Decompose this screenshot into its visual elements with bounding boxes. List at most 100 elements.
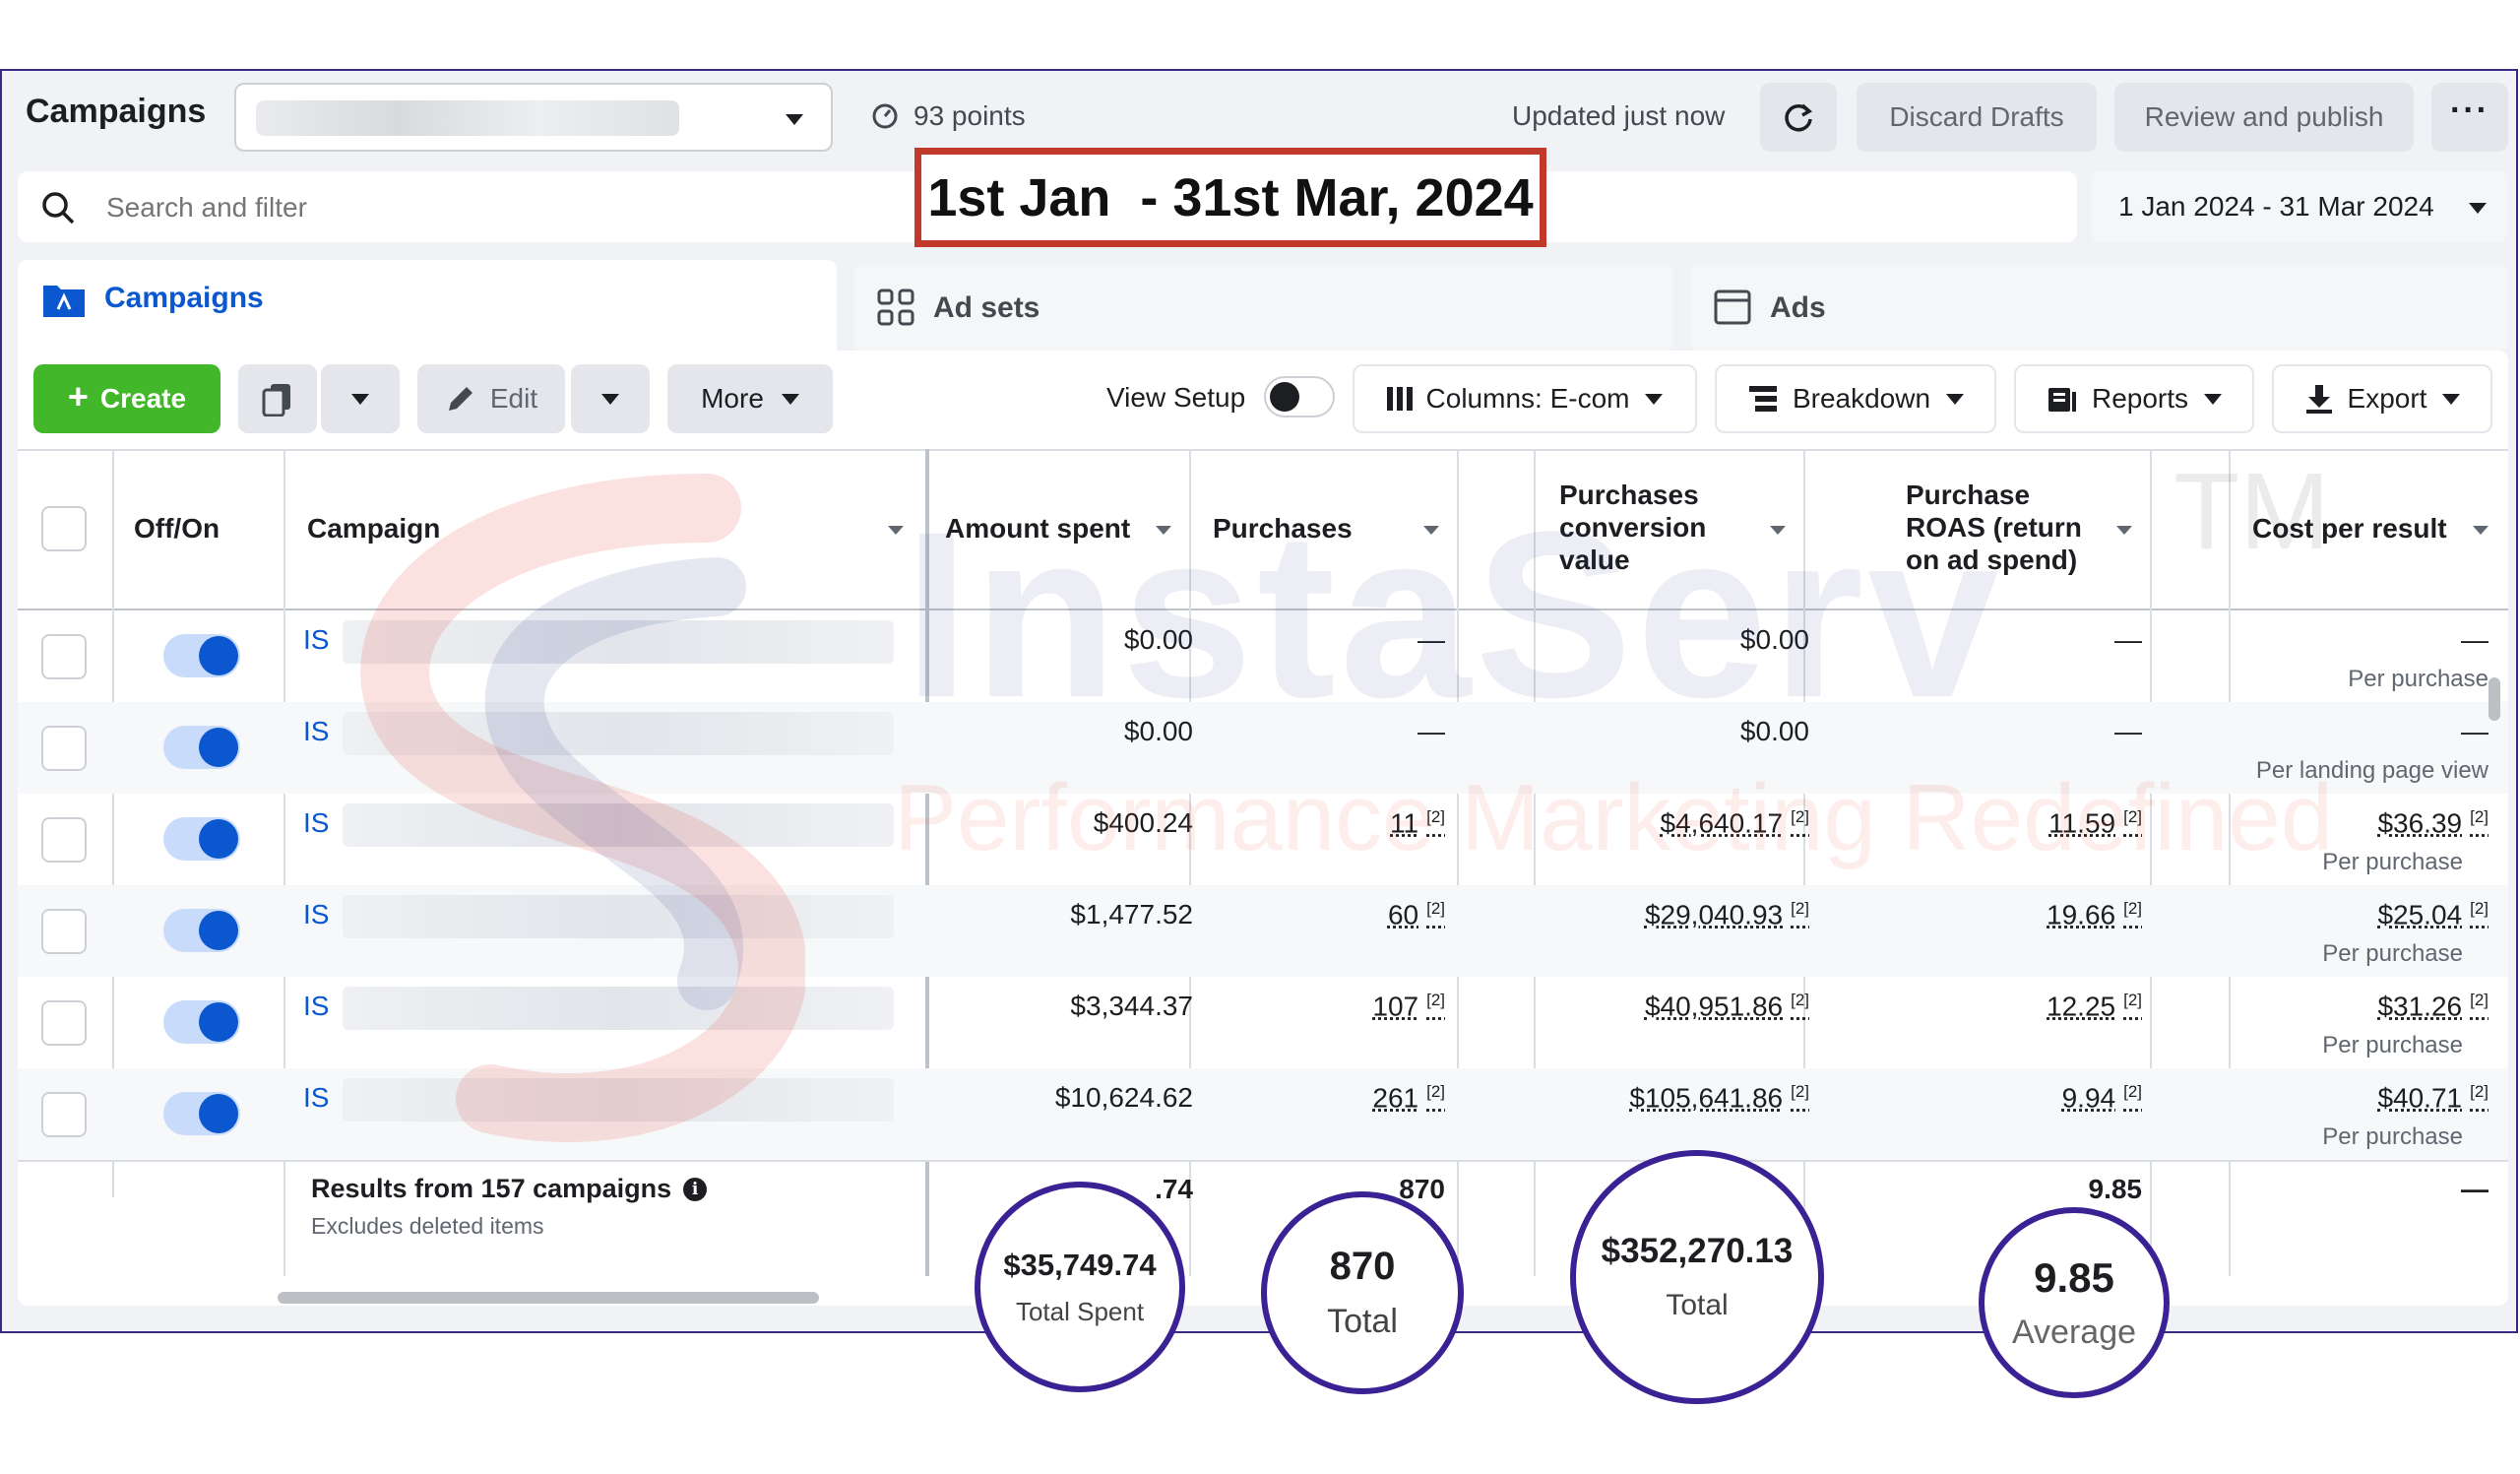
date-range-picker[interactable]: 1 Jan 2024 - 31 Mar 2024: [2091, 171, 2508, 242]
sort-caret-icon[interactable]: [888, 526, 904, 535]
tab-ad-sets[interactable]: Ad sets: [854, 264, 1673, 352]
create-button[interactable]: + Create: [33, 364, 220, 433]
purchases-cell[interactable]: 60 [2]: [1388, 899, 1445, 930]
more-options-button[interactable]: ···: [2431, 83, 2508, 152]
refresh-button[interactable]: [1760, 83, 1837, 152]
purchases-value: 11: [1390, 807, 1419, 839]
campaign-name[interactable]: IS: [303, 991, 329, 1022]
horizontal-scrollbar[interactable]: [278, 1292, 819, 1304]
campaign-toggle[interactable]: [163, 634, 240, 677]
conversion-value: $105,641.86: [1629, 1082, 1784, 1114]
row-checkbox[interactable]: [41, 817, 87, 863]
callout-value: $35,749.74: [1003, 1247, 1157, 1282]
conversion-value-cell[interactable]: $40,951.86 [2]: [1645, 991, 1809, 1022]
conversion-value-cell[interactable]: $29,040.93 [2]: [1645, 899, 1809, 930]
grid-icon: [877, 288, 914, 326]
table-row[interactable]: IS $0.00 — $0.00 — — Per landing page vi…: [18, 702, 2508, 794]
row-checkbox[interactable]: [41, 909, 87, 954]
row-checkbox[interactable]: [41, 1000, 87, 1046]
campaign-name[interactable]: IS: [303, 899, 329, 930]
col-header-purchases[interactable]: Purchases: [1213, 512, 1353, 545]
view-setup-toggle[interactable]: [1264, 376, 1335, 417]
col-header-cost-per-result[interactable]: Cost per result: [2252, 512, 2447, 545]
roas-cell[interactable]: 11.59 [2]: [2048, 807, 2142, 839]
cost-per-result-cell: —: [2461, 624, 2488, 655]
table-row[interactable]: IS $400.24 11 [2] $4,640.17 [2] 11.59 [2] $…: [18, 794, 2508, 885]
sort-caret-icon[interactable]: [1423, 526, 1439, 535]
purchases-cell[interactable]: 107 [2]: [1372, 991, 1445, 1022]
campaign-name[interactable]: IS: [303, 1082, 329, 1114]
purchases-cell[interactable]: 11 [2]: [1390, 807, 1445, 839]
cost-per-result-cell[interactable]: $25.04 [2]: [2377, 899, 2488, 930]
reports-button[interactable]: Reports: [2014, 364, 2254, 433]
campaign-toggle[interactable]: [163, 1092, 240, 1135]
table-row[interactable]: IS $10,624.62 261 [2] $105,641.86 [2] 9.94…: [18, 1068, 2508, 1160]
campaign-name[interactable]: IS: [303, 807, 329, 839]
sort-caret-icon[interactable]: [2116, 526, 2132, 535]
sort-caret-icon[interactable]: [2473, 526, 2488, 535]
footnote-marker: [2]: [1791, 1082, 1809, 1101]
campaign-toggle[interactable]: [163, 726, 240, 769]
sort-caret-icon[interactable]: [1770, 526, 1786, 535]
roas-cell[interactable]: 12.25 [2]: [2047, 991, 2142, 1022]
duplicate-button[interactable]: [238, 364, 317, 433]
purchases-cell[interactable]: 261 [2]: [1372, 1082, 1445, 1114]
info-icon[interactable]: i: [683, 1177, 708, 1201]
col-header-conversion-value[interactable]: Purchases conversion value: [1559, 479, 1756, 576]
vertical-scrollbar[interactable]: [2488, 677, 2500, 721]
tab-label: Ads: [1770, 291, 1826, 324]
cost-per-result-cell[interactable]: $40.71 [2]: [2377, 1082, 2488, 1114]
toggle-knob: [1270, 382, 1299, 412]
edit-dropdown-button[interactable]: [571, 364, 650, 433]
review-publish-button[interactable]: Review and publish: [2114, 83, 2414, 152]
campaign-toggle[interactable]: [163, 817, 240, 861]
conversion-value: $40,951.86: [1644, 991, 1784, 1022]
points-indicator: 93 points: [870, 100, 1026, 132]
col-header-roas[interactable]: Purchase ROAS (return on ad spend): [1906, 479, 2103, 576]
sort-caret-icon[interactable]: [1156, 526, 1171, 535]
search-input[interactable]: [104, 185, 896, 230]
footnote-marker: [2]: [1426, 807, 1445, 826]
breakdown-button[interactable]: Breakdown: [1715, 364, 1996, 433]
cost-per-result-cell[interactable]: $36.39 [2]: [2377, 807, 2488, 839]
conversion-value-cell[interactable]: $105,641.86 [2]: [1629, 1082, 1809, 1114]
conversion-value-cell: $0.00: [1739, 716, 1809, 746]
roas-cell[interactable]: 9.94 [2]: [2062, 1082, 2142, 1114]
table-row[interactable]: IS $0.00 — $0.00 — — Per purchase: [18, 610, 2508, 702]
more-button[interactable]: More: [667, 364, 833, 433]
table-row[interactable]: IS $3,344.37 107 [2] $40,951.86 [2] 12.25 […: [18, 977, 2508, 1068]
campaign-name[interactable]: IS: [303, 624, 329, 656]
columns-button[interactable]: Columns: E-com: [1353, 364, 1697, 433]
cost-per-result-cell[interactable]: $31.26 [2]: [2377, 991, 2488, 1022]
discard-drafts-button[interactable]: Discard Drafts: [1857, 83, 2097, 152]
cost-per-result-value: $40.71: [2377, 1082, 2463, 1114]
col-header-onoff[interactable]: Off/On: [134, 512, 220, 545]
duplicate-dropdown-button[interactable]: [321, 364, 400, 433]
callout-value: $352,270.13: [1601, 1232, 1794, 1270]
edit-button[interactable]: Edit: [417, 364, 565, 433]
row-checkbox[interactable]: [41, 634, 87, 679]
row-checkbox[interactable]: [41, 726, 87, 771]
tab-ads[interactable]: Ads: [1691, 264, 2508, 352]
campaign-toggle[interactable]: [163, 909, 240, 952]
conversion-value-cell[interactable]: $4,640.17 [2]: [1661, 807, 1809, 839]
view-setup-label: View Setup: [1106, 382, 1246, 413]
col-header-amount-spent[interactable]: Amount spent: [945, 512, 1130, 545]
chevron-down-icon: [351, 393, 369, 405]
campaign-name[interactable]: IS: [303, 716, 329, 747]
roas-cell[interactable]: 19.66 [2]: [2047, 899, 2142, 930]
select-all-checkbox[interactable]: [41, 506, 87, 551]
export-button[interactable]: Export: [2272, 364, 2492, 433]
download-icon: [2305, 385, 2332, 414]
campaign-toggle[interactable]: [163, 1000, 240, 1044]
chevron-down-icon: [601, 393, 619, 405]
table-row[interactable]: IS $1,477.52 60 [2] $29,040.93 [2] 19.66 [2…: [18, 885, 2508, 977]
row-checkbox[interactable]: [41, 1092, 87, 1137]
tab-campaigns[interactable]: Campaigns: [18, 260, 837, 358]
chevron-down-icon: [2204, 393, 2223, 405]
purchases-value: 261: [1372, 1082, 1419, 1114]
conversion-value: $4,640.17: [1660, 807, 1784, 839]
col-header-campaign[interactable]: Campaign: [307, 512, 440, 545]
account-selector[interactable]: [234, 83, 833, 152]
breakdown-label: Breakdown: [1792, 383, 1931, 414]
